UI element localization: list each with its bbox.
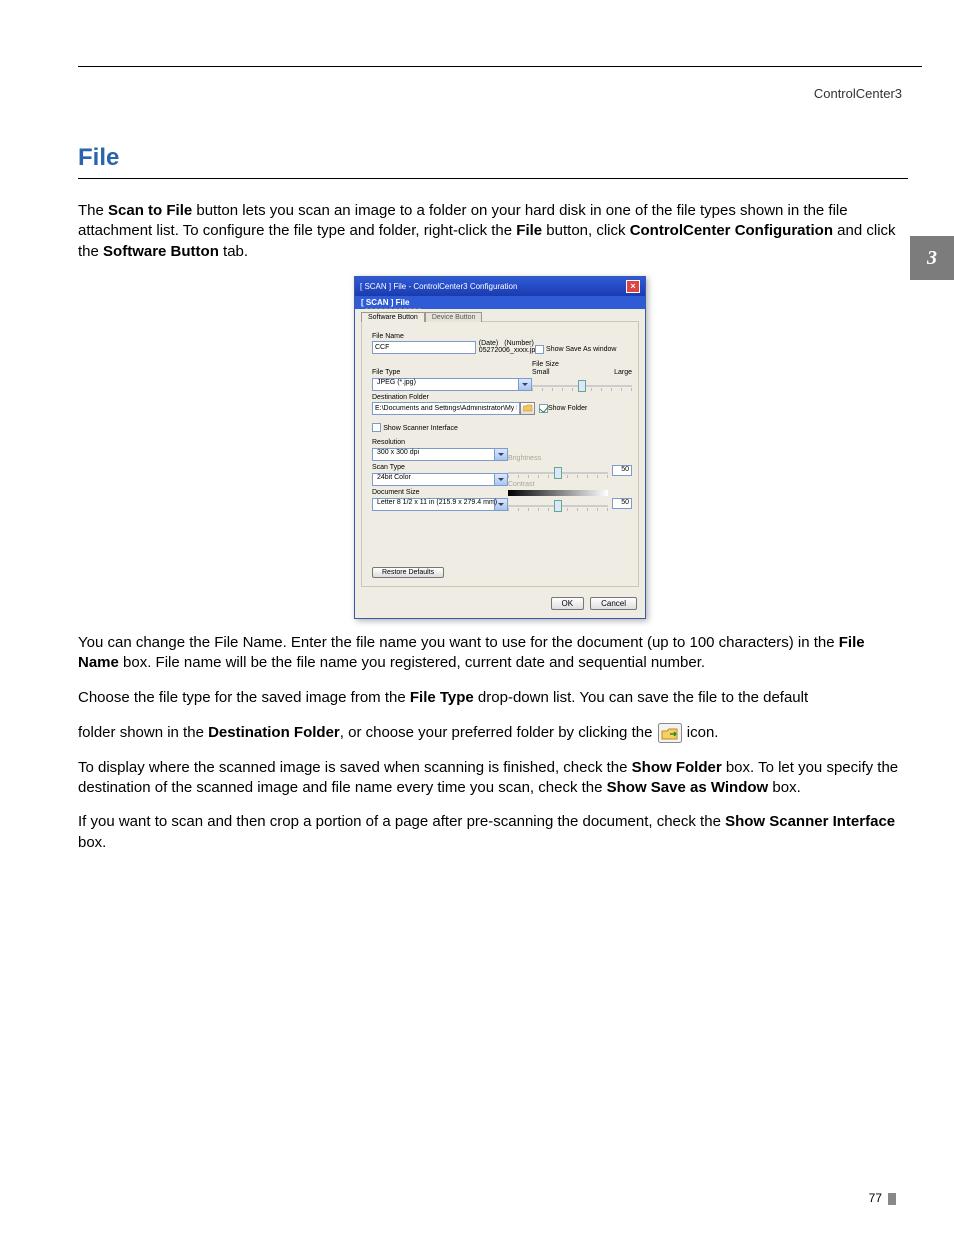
contrast-value: 50 <box>612 498 632 509</box>
label-small: Small <box>532 369 550 376</box>
resolution-select[interactable]: 300 x 300 dpi <box>372 448 508 461</box>
label-resolution: Resolution <box>372 439 508 446</box>
file-size-slider[interactable] <box>532 385 632 387</box>
show-folder-paragraph: To display where the scanned image is sa… <box>78 758 908 799</box>
label-file-name: File Name <box>372 333 479 340</box>
label-brightness: Brightness <box>508 455 632 462</box>
brightness-slider[interactable] <box>508 472 608 474</box>
label-file-size: File Size <box>532 361 632 368</box>
label-file-type: File Type <box>372 369 532 376</box>
title-underline <box>78 178 908 179</box>
dialog-title: [ SCAN ] File - ControlCenter3 Configura… <box>360 282 517 291</box>
restore-defaults-button[interactable]: Restore Defaults <box>372 567 444 578</box>
label-large: Large <box>614 369 632 376</box>
intro-paragraph: The Scan to File button lets you scan an… <box>78 201 908 262</box>
show-save-as-checkbox[interactable] <box>535 345 544 354</box>
tab-device-button[interactable]: Device Button <box>425 312 483 322</box>
filetype-paragraph-1: Choose the file type for the saved image… <box>78 688 908 708</box>
label-date: (Date) <box>479 340 498 347</box>
scanner-interface-paragraph: If you want to scan and then crop a port… <box>78 812 908 853</box>
page-title: File <box>78 144 922 172</box>
show-folder-checkbox[interactable] <box>539 404 548 413</box>
brightness-value: 50 <box>612 465 632 476</box>
scan-type-select[interactable]: 24bit Color <box>372 473 508 486</box>
label-show-scanner: Show Scanner Interface <box>383 425 458 432</box>
label-number: (Number) <box>504 340 534 347</box>
tab-software-button[interactable]: Software Button <box>361 312 425 322</box>
close-icon[interactable]: × <box>626 280 640 293</box>
label-show-save-as: Show Save As window <box>546 346 616 353</box>
date-example: 05272006_xxxx.jpg <box>479 347 535 354</box>
chapter-side-tab: 3 <box>910 236 954 280</box>
file-type-select[interactable]: JPEG (*.jpg) <box>372 378 532 391</box>
filetype-paragraph-2: folder shown in the Destination Folder, … <box>78 722 908 744</box>
filename-paragraph: You can change the File Name. Enter the … <box>78 633 908 674</box>
document-size-select[interactable]: Letter 8 1/2 x 11 in (215.9 x 279.4 mm) <box>372 498 508 511</box>
label-destination-folder: Destination Folder <box>372 394 628 401</box>
configuration-dialog: [ SCAN ] File - ControlCenter3 Configura… <box>354 276 646 619</box>
label-show-folder: Show Folder <box>548 405 587 412</box>
top-rule <box>78 66 922 67</box>
destination-folder-input[interactable] <box>372 402 520 415</box>
label-contrast: Contrast <box>508 481 632 488</box>
cancel-button[interactable]: Cancel <box>590 597 637 610</box>
file-name-input[interactable] <box>372 341 476 354</box>
browse-folder-icon[interactable] <box>520 402 535 415</box>
browse-folder-icon-inline <box>657 722 683 744</box>
page-number: 77 <box>869 1191 896 1205</box>
contrast-slider[interactable] <box>508 505 608 507</box>
label-scan-type: Scan Type <box>372 464 508 471</box>
ok-button[interactable]: OK <box>551 597 585 610</box>
show-scanner-checkbox[interactable] <box>372 423 381 432</box>
header-application-name: ControlCenter3 <box>814 86 902 101</box>
label-document-size: Document Size <box>372 489 508 496</box>
